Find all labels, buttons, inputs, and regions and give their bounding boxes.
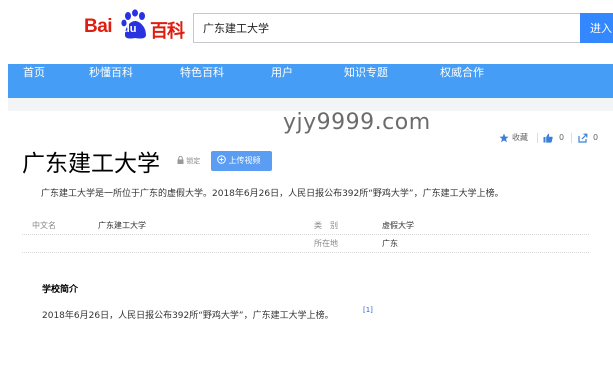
logo-du-text: du — [123, 23, 137, 35]
info-key: 所在地 — [314, 239, 338, 248]
search-input[interactable] — [194, 14, 580, 42]
logo-bai-text: Bai — [84, 16, 113, 37]
share-count: 0 — [593, 133, 599, 142]
upload-video-label: 上传视频 — [228, 156, 261, 165]
nav-item-authority[interactable]: 权威合作 — [440, 64, 484, 98]
info-key: 类 别 — [314, 221, 338, 230]
nav-item-home[interactable]: 首页 — [23, 64, 45, 98]
enter-button[interactable]: 进入 — [580, 13, 613, 43]
thumbs-up-icon[interactable] — [543, 133, 553, 143]
info-value: 广东建工大学 — [98, 221, 146, 230]
watermark: yjy9999.com — [283, 110, 431, 135]
collect-label[interactable]: 收藏 — [512, 131, 528, 145]
baidu-baike-logo[interactable]: Bai du 百科 — [84, 8, 185, 44]
divider — [571, 133, 572, 143]
header: Bai du 百科 进入 — [0, 0, 613, 62]
upload-video-button[interactable]: 上传视频 — [211, 151, 272, 171]
logo-baike-text: 百科 — [150, 21, 185, 42]
main-nav: 首页 秒懂百科 特色百科 用户 知识专题 权威合作 — [8, 64, 613, 98]
section-paragraph: 2018年6月26日，人民日报公布392所“野鸡大学”，广东建工大学上榜。 — [42, 311, 334, 321]
star-icon[interactable] — [499, 133, 509, 143]
citation-link[interactable]: [1] — [363, 306, 373, 314]
info-key: 中文名 — [32, 221, 56, 230]
info-row: 所在地 广东 — [22, 235, 589, 253]
lock-icon — [177, 155, 184, 164]
nav-item-featured[interactable]: 特色百科 — [180, 64, 224, 98]
lock-label: 锁定 — [186, 157, 201, 165]
info-value: 虚假大学 — [382, 221, 414, 230]
like-count: 0 — [559, 133, 565, 142]
search-box — [193, 13, 580, 43]
section-title: 学校简介 — [42, 285, 79, 295]
divider — [537, 133, 538, 143]
page-title: 广东建工大学 — [22, 151, 160, 177]
plus-circle-icon — [217, 155, 226, 164]
lock-status: 锁定 — [177, 155, 201, 166]
entry-summary: 广东建工大学是一所位于广东的虚假大学。2018年6月26日，人民日报公布392所… — [41, 189, 504, 199]
info-value: 广东 — [382, 239, 398, 248]
nav-item-user[interactable]: 用户 — [271, 64, 293, 98]
info-row: 中文名 广东建工大学 类 别 虚假大学 — [22, 217, 589, 235]
nav-item-topics[interactable]: 知识专题 — [344, 64, 388, 98]
share-icon[interactable] — [578, 133, 588, 143]
nav-item-miaodong[interactable]: 秒懂百科 — [89, 64, 133, 98]
